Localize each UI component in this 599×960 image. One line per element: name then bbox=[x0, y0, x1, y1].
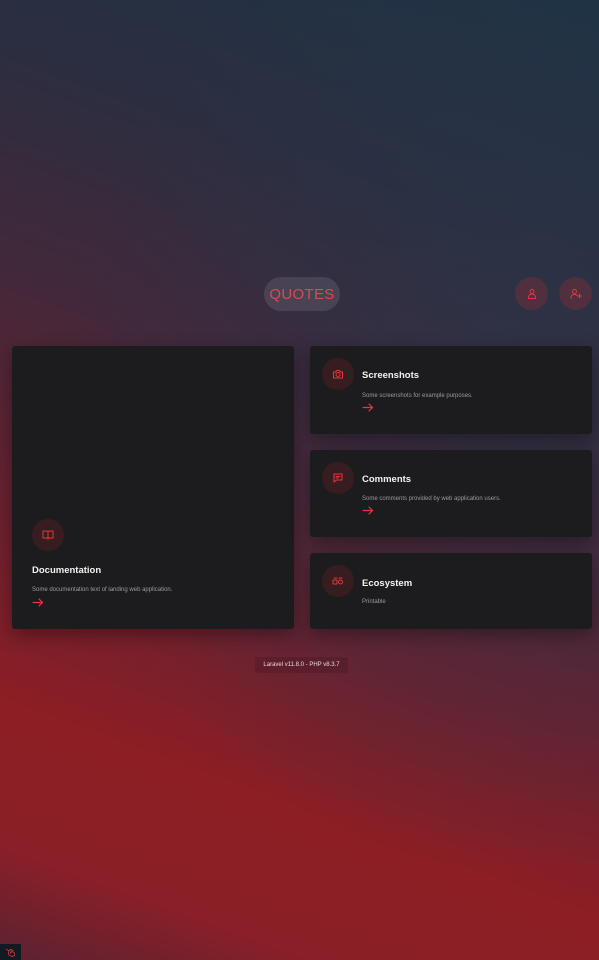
screenshots-title: Screenshots bbox=[362, 370, 420, 381]
arrow-right-icon[interactable] bbox=[362, 403, 374, 412]
ecosystem-card[interactable]: Ecosystem Printable bbox=[310, 553, 592, 629]
documentation-card[interactable]: Documentation Some documentation text of… bbox=[12, 346, 294, 629]
ecosystem-icon bbox=[332, 577, 343, 585]
documentation-text: Some documentation text of landing web a… bbox=[32, 587, 173, 593]
version-text: Laravel v11.8.0 - PHP v8.3.7 bbox=[263, 662, 340, 668]
debugbar-toggle[interactable] bbox=[0, 944, 21, 960]
logo-text: QUOTES bbox=[269, 285, 335, 303]
register-button[interactable] bbox=[559, 277, 592, 310]
ecosystem-title: Ecosystem bbox=[362, 578, 413, 589]
user-plus-icon bbox=[570, 288, 582, 299]
comments-icon-circle bbox=[322, 462, 354, 494]
laravel-logo-icon bbox=[6, 948, 15, 957]
arrow-right-icon[interactable] bbox=[32, 598, 44, 607]
comments-title: Comments bbox=[362, 474, 412, 485]
comments-text: Some comments provided by web applicatio… bbox=[362, 496, 501, 502]
book-icon bbox=[42, 530, 54, 540]
ecosystem-text: Printable bbox=[362, 599, 386, 605]
screenshots-card[interactable]: Screenshots Some screenshots for example… bbox=[310, 346, 592, 434]
comments-card[interactable]: Comments Some comments provided by web a… bbox=[310, 450, 592, 537]
ecosystem-icon-circle bbox=[322, 565, 354, 597]
chat-icon bbox=[333, 473, 343, 483]
arrow-right-icon[interactable] bbox=[362, 506, 374, 515]
user-icon bbox=[527, 288, 536, 299]
login-button[interactable] bbox=[515, 277, 548, 310]
version-info: Laravel v11.8.0 - PHP v8.3.7 bbox=[255, 657, 348, 673]
documentation-icon-circle bbox=[32, 519, 64, 551]
logo-link[interactable]: QUOTES bbox=[264, 277, 340, 311]
documentation-title: Documentation bbox=[32, 565, 102, 576]
camera-icon bbox=[333, 370, 343, 379]
screenshots-text: Some screenshots for example purposes. bbox=[362, 393, 473, 399]
screenshots-icon-circle bbox=[322, 358, 354, 390]
